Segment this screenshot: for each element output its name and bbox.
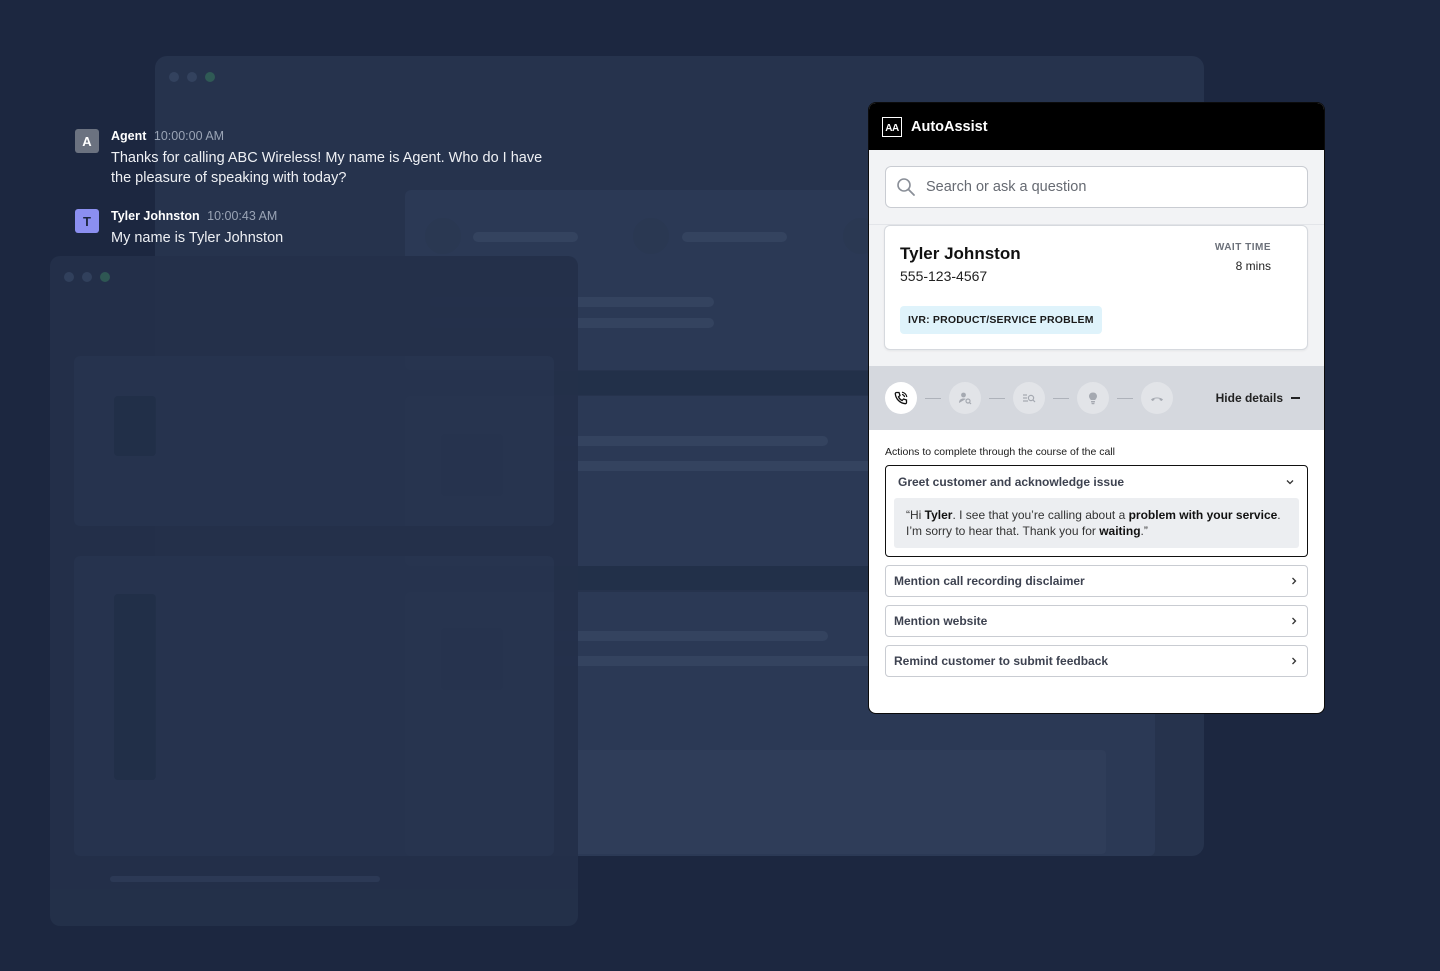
phone-call-icon xyxy=(894,391,908,405)
message-timestamp: 10:00:43 AM xyxy=(207,209,278,223)
message-timestamp: 10:00:00 AM xyxy=(153,129,225,143)
window-dot xyxy=(169,72,179,82)
hide-details-button[interactable]: Hide details xyxy=(1216,391,1300,405)
autoassist-logo-icon: AA xyxy=(882,116,902,137)
step-connector xyxy=(1053,397,1069,399)
avatar: A xyxy=(75,129,99,153)
action-item-recording-disclaimer[interactable]: Mention call recording disclaimer xyxy=(885,565,1308,597)
action-item-label: Mention call recording disclaimer xyxy=(894,574,1085,588)
ivr-badge: IVR: PRODUCT/SERVICE PROBLEM xyxy=(900,306,1102,334)
script-text: .” xyxy=(1140,524,1148,538)
step-connector xyxy=(1117,397,1133,399)
panel-header: AA AutoAssist xyxy=(869,103,1324,150)
list-search-icon xyxy=(1023,394,1036,403)
action-item-submit-feedback[interactable]: Remind customer to submit feedback xyxy=(885,645,1308,677)
action-item-greet-customer: Greet customer and acknowledge issue “Hi… xyxy=(885,465,1308,557)
skeleton-thumbnail xyxy=(114,396,156,456)
wait-time: WAIT TIME 8 mins xyxy=(1215,242,1271,273)
action-item-mention-website[interactable]: Mention website xyxy=(885,605,1308,637)
search-box[interactable] xyxy=(885,166,1308,208)
action-item-label: Remind customer to submit feedback xyxy=(894,654,1109,668)
window-dot xyxy=(82,272,92,282)
autoassist-panel: AA AutoAssist Tyler Johnston 555-123-456… xyxy=(868,102,1325,714)
chat-message: T Tyler Johnston 10:00:43 AM My name is … xyxy=(75,208,575,248)
script-highlight: Tyler xyxy=(924,508,953,522)
action-item-label: Greet customer and acknowledge issue xyxy=(898,475,1125,489)
step-list-search[interactable] xyxy=(1013,382,1045,414)
customer-section: Tyler Johnston 555-123-4567 WAIT TIME 8 … xyxy=(869,225,1324,366)
chevron-down-icon xyxy=(1286,480,1294,485)
hide-details-label: Hide details xyxy=(1215,391,1283,405)
skeleton-block xyxy=(114,594,156,780)
avatar: T xyxy=(75,209,99,233)
chevron-right-icon xyxy=(1292,577,1297,585)
lightbulb-icon xyxy=(1089,392,1097,405)
window-dot xyxy=(64,272,74,282)
search-input[interactable] xyxy=(926,179,1286,195)
wait-time-value: 8 mins xyxy=(1235,259,1271,273)
script-highlight: problem with your service xyxy=(1128,508,1278,522)
chat-transcript: A Agent 10:00:00 AM Thanks for calling A… xyxy=(75,128,575,268)
script-text: “Hi xyxy=(906,508,925,522)
message-sender: Tyler Johnston xyxy=(111,209,200,223)
search-icon xyxy=(897,178,915,196)
suggested-script: “Hi Tyler. I see that you’re calling abo… xyxy=(894,498,1299,548)
step-connector xyxy=(989,397,1005,399)
script-text: . I see that you’re calling about a xyxy=(952,508,1129,522)
search-section xyxy=(869,150,1324,225)
script-highlight: waiting xyxy=(1099,524,1141,538)
window-dot xyxy=(205,72,215,82)
action-item-header[interactable]: Greet customer and acknowledge issue xyxy=(894,466,1299,498)
hang-up-icon xyxy=(1151,397,1163,401)
skeleton-line xyxy=(110,876,380,882)
skeleton-avatar xyxy=(633,218,669,254)
chevron-right-icon xyxy=(1292,617,1297,625)
wait-time-label: WAIT TIME xyxy=(1214,242,1271,253)
step-lightbulb[interactable] xyxy=(1077,382,1109,414)
actions-section: Actions to complete through the course o… xyxy=(869,430,1324,677)
skeleton-line xyxy=(682,232,787,242)
panel-title: AutoAssist xyxy=(911,118,988,135)
message-sender: Agent xyxy=(111,129,147,143)
message-text: My name is Tyler Johnston xyxy=(111,230,284,246)
user-search-icon xyxy=(959,392,972,405)
step-hang-up[interactable] xyxy=(1141,382,1173,414)
window-dot xyxy=(187,72,197,82)
chat-message: A Agent 10:00:00 AM Thanks for calling A… xyxy=(75,128,575,188)
step-connector xyxy=(925,397,941,399)
action-item-label: Mention website xyxy=(894,614,988,628)
call-steps-bar: Hide details xyxy=(869,366,1324,430)
window-dot xyxy=(100,272,110,282)
skeleton-line xyxy=(533,461,873,471)
skeleton-line xyxy=(533,656,873,666)
chevron-right-icon xyxy=(1292,657,1297,665)
customer-card: Tyler Johnston 555-123-4567 WAIT TIME 8 … xyxy=(884,225,1308,350)
actions-caption: Actions to complete through the course o… xyxy=(885,446,1115,458)
step-user-search[interactable] xyxy=(949,382,981,414)
minus-icon xyxy=(1291,397,1300,399)
background-browser-window xyxy=(50,256,578,926)
message-text: Thanks for calling ABC Wireless! My name… xyxy=(111,150,543,186)
step-phone-call[interactable] xyxy=(885,382,917,414)
